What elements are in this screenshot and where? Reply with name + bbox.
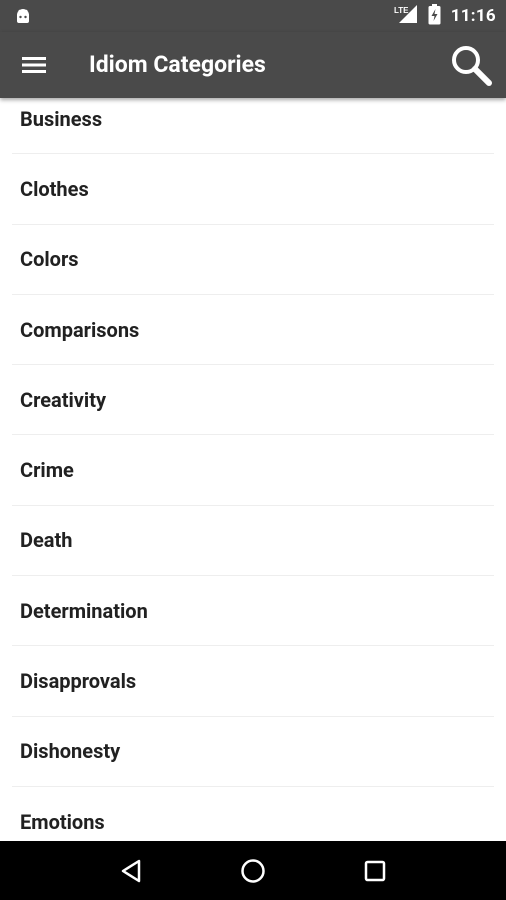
category-item-business[interactable]: Business (12, 98, 494, 155)
battery-charging-icon (428, 3, 441, 29)
home-icon[interactable] (223, 841, 283, 900)
category-item-disapprovals[interactable]: Disapprovals (12, 646, 494, 717)
category-label: Creativity (20, 387, 107, 412)
status-bar: LTE 11:16 (0, 0, 506, 32)
category-label: Comparisons (20, 317, 140, 342)
category-item-determination[interactable]: Determination (12, 576, 494, 647)
category-label: Clothes (20, 176, 89, 201)
category-label: Death (20, 528, 73, 553)
category-item-dishonesty[interactable]: Dishonesty (12, 717, 494, 787)
search-icon[interactable] (446, 40, 496, 90)
category-item-colors[interactable]: Colors (12, 225, 494, 295)
category-item-death[interactable]: Death (12, 506, 494, 577)
lte-signal-icon: LTE (394, 4, 418, 28)
category-label: Crime (20, 458, 74, 483)
svg-text:LTE: LTE (394, 6, 409, 15)
category-label: Disapprovals (20, 669, 137, 694)
app-bar: Idiom Categories (0, 32, 506, 98)
back-icon[interactable] (101, 841, 161, 900)
android-icon (14, 7, 32, 29)
page-title: Idiom Categories (89, 51, 266, 78)
category-item-comparisons[interactable]: Comparisons (12, 295, 494, 366)
category-list-inner: Business Clothes Colors Comparisons Crea… (0, 98, 506, 841)
category-item-emotions[interactable]: Emotions (12, 787, 494, 841)
recents-icon[interactable] (345, 841, 405, 900)
category-label: Emotions (20, 809, 105, 834)
category-label: Colors (20, 247, 79, 272)
category-list[interactable]: Business Clothes Colors Comparisons Crea… (0, 98, 506, 841)
status-time: 11:16 (450, 6, 496, 26)
hamburger-menu-icon[interactable] (12, 44, 56, 86)
category-label: Business (20, 106, 103, 131)
category-label: Dishonesty (20, 739, 121, 764)
category-label: Determination (20, 598, 148, 623)
category-item-crime[interactable]: Crime (12, 435, 494, 506)
system-nav-bar (0, 841, 506, 900)
category-item-creativity[interactable]: Creativity (12, 365, 494, 436)
category-item-clothes[interactable]: Clothes (12, 154, 494, 225)
